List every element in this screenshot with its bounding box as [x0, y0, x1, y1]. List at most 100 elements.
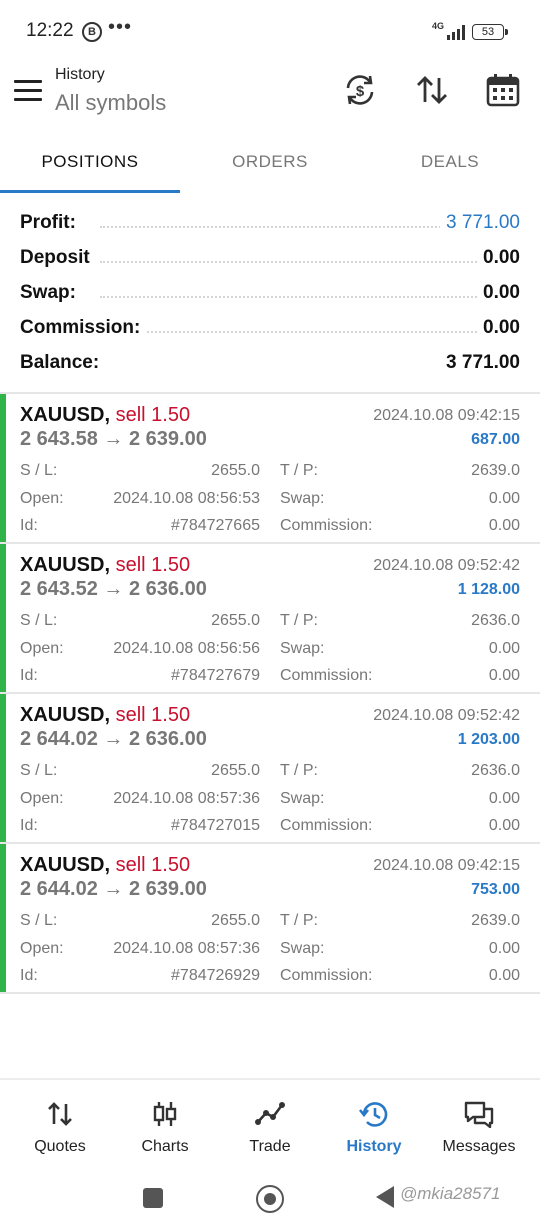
history-tabs: POSITIONS ORDERS DEALS: [0, 140, 540, 194]
position-side: sell 1.50: [115, 704, 191, 726]
position-prices: 2 643.52 → 2 636.00: [20, 578, 207, 600]
nav-quotes[interactable]: Quotes: [6, 1080, 114, 1172]
position-profit: 687.00: [471, 431, 520, 448]
dotted-leader: [100, 296, 480, 298]
position-profit: 1 128.00: [457, 581, 520, 598]
open-time: 2024.10.08 08:56:53: [113, 490, 260, 507]
sl-label: S / L:: [20, 762, 58, 779]
position-id: #784727679: [171, 667, 260, 684]
sl-label: S / L:: [20, 612, 58, 629]
open-price: 2 643.52: [20, 578, 98, 600]
tab-deals[interactable]: DEALS: [360, 140, 540, 192]
messages-icon: [464, 1101, 494, 1128]
open-time: 2024.10.08 08:57:36: [113, 940, 260, 957]
tp-label: T / P:: [280, 462, 318, 479]
position-item[interactable]: XAUUSD, sell 1.50 2024.10.08 09:42:15 2 …: [0, 844, 540, 994]
recent-apps-button[interactable]: [143, 1188, 163, 1208]
position-indicator-bar: [0, 694, 6, 842]
bottom-navigation: Quotes Charts Trade History Messages: [0, 1078, 540, 1172]
nav-trade[interactable]: Trade: [216, 1080, 324, 1172]
trade-icon: [255, 1102, 285, 1125]
watermark: @mkia28571: [400, 1184, 501, 1203]
currency-exchange-icon[interactable]: $: [342, 72, 378, 108]
sort-icon[interactable]: [414, 72, 450, 108]
position-id: #784726929: [171, 967, 260, 984]
commission-label: Commission:: [280, 517, 373, 534]
swap-value: 0.00: [488, 790, 520, 807]
position-symbol: XAUUSD: [20, 404, 105, 426]
tab-orders[interactable]: ORDERS: [180, 140, 360, 192]
swap-value: 0.00: [488, 490, 520, 507]
position-indicator-bar: [0, 544, 6, 692]
id-label: Id:: [20, 967, 38, 984]
home-button[interactable]: [256, 1185, 284, 1213]
position-profit: 753.00: [471, 881, 520, 898]
swap-value: 0.00: [488, 940, 520, 957]
summary-label: Swap:: [20, 282, 82, 304]
summary-value: 3 771.00: [440, 352, 520, 374]
status-time: 12:22: [26, 20, 74, 41]
position-prices: 2 643.58 → 2 639.00: [20, 428, 207, 450]
summary-label: Balance:: [20, 352, 106, 374]
position-item[interactable]: XAUUSD, sell 1.50 2024.10.08 09:52:42 2 …: [0, 694, 540, 844]
close-price: 2 639.00: [128, 878, 207, 900]
position-close-time: 2024.10.08 09:52:42: [373, 707, 520, 724]
position-symbol: XAUUSD: [20, 704, 105, 726]
close-price: 2 639.00: [128, 428, 207, 450]
position-side: sell 1.50: [115, 404, 191, 426]
id-label: Id:: [20, 817, 38, 834]
summary-value: 3 771.00: [440, 212, 520, 234]
position-symbol-line: XAUUSD, sell 1.50: [20, 554, 191, 576]
sl-value: 2655.0: [211, 912, 260, 929]
nav-charts[interactable]: Charts: [111, 1080, 219, 1172]
position-close-time: 2024.10.08 09:42:15: [373, 407, 520, 424]
open-price: 2 644.02: [20, 878, 98, 900]
summary-label: Deposit: [20, 247, 96, 269]
summary-label: Profit:: [20, 212, 82, 234]
position-profit: 1 203.00: [457, 731, 520, 748]
close-price: 2 636.00: [128, 728, 207, 750]
position-symbol: XAUUSD: [20, 554, 105, 576]
position-indicator-bar: [0, 844, 6, 992]
dotted-leader: [100, 261, 480, 263]
commission-value: 0.00: [488, 517, 520, 534]
nav-messages[interactable]: Messages: [425, 1080, 533, 1172]
symbol-filter[interactable]: All symbols: [55, 90, 166, 116]
back-button[interactable]: [376, 1186, 394, 1208]
dotted-leader: [100, 331, 480, 333]
position-item[interactable]: XAUUSD, sell 1.50 2024.10.08 09:42:15 2 …: [0, 394, 540, 544]
position-side: sell 1.50: [115, 854, 191, 876]
tab-positions[interactable]: POSITIONS: [0, 140, 180, 192]
summary-row-profit: Profit: 3 771.00: [0, 206, 540, 241]
open-label: Open:: [20, 640, 64, 657]
positions-list: XAUUSD, sell 1.50 2024.10.08 09:42:15 2 …: [0, 394, 540, 994]
position-item[interactable]: XAUUSD, sell 1.50 2024.10.08 09:52:42 2 …: [0, 544, 540, 694]
status-bar: 12:22 B ••• 4G 53: [0, 0, 540, 62]
position-close-time: 2024.10.08 09:42:15: [373, 857, 520, 874]
calendar-icon[interactable]: [485, 72, 521, 108]
nav-label: History: [346, 1138, 402, 1155]
swap-label: Swap:: [280, 940, 325, 957]
menu-icon[interactable]: [14, 80, 42, 102]
swap-label: Swap:: [280, 640, 325, 657]
summary-panel: Profit: 3 771.00 Deposit 0.00 Swap: 0.00…: [0, 206, 540, 381]
commission-value: 0.00: [488, 817, 520, 834]
svg-text:$: $: [356, 83, 365, 100]
summary-value: 0.00: [477, 247, 520, 269]
system-navigation-bar: @mkia28571: [0, 1170, 540, 1230]
commission-value: 0.00: [488, 667, 520, 684]
page-title: History: [55, 66, 105, 83]
summary-value: 0.00: [477, 282, 520, 304]
more-notifications-icon: •••: [108, 16, 133, 38]
position-close-time: 2024.10.08 09:52:42: [373, 557, 520, 574]
nav-label: Messages: [442, 1138, 516, 1155]
position-indicator-bar: [0, 394, 6, 542]
open-label: Open:: [20, 490, 64, 507]
nav-label: Quotes: [34, 1138, 86, 1155]
signal-icon: [447, 25, 465, 40]
sl-label: S / L:: [20, 462, 58, 479]
tp-value: 2639.0: [471, 912, 520, 929]
nav-history[interactable]: History: [320, 1080, 428, 1172]
app-bar: History All symbols $: [0, 62, 540, 132]
summary-value: 0.00: [477, 317, 520, 339]
